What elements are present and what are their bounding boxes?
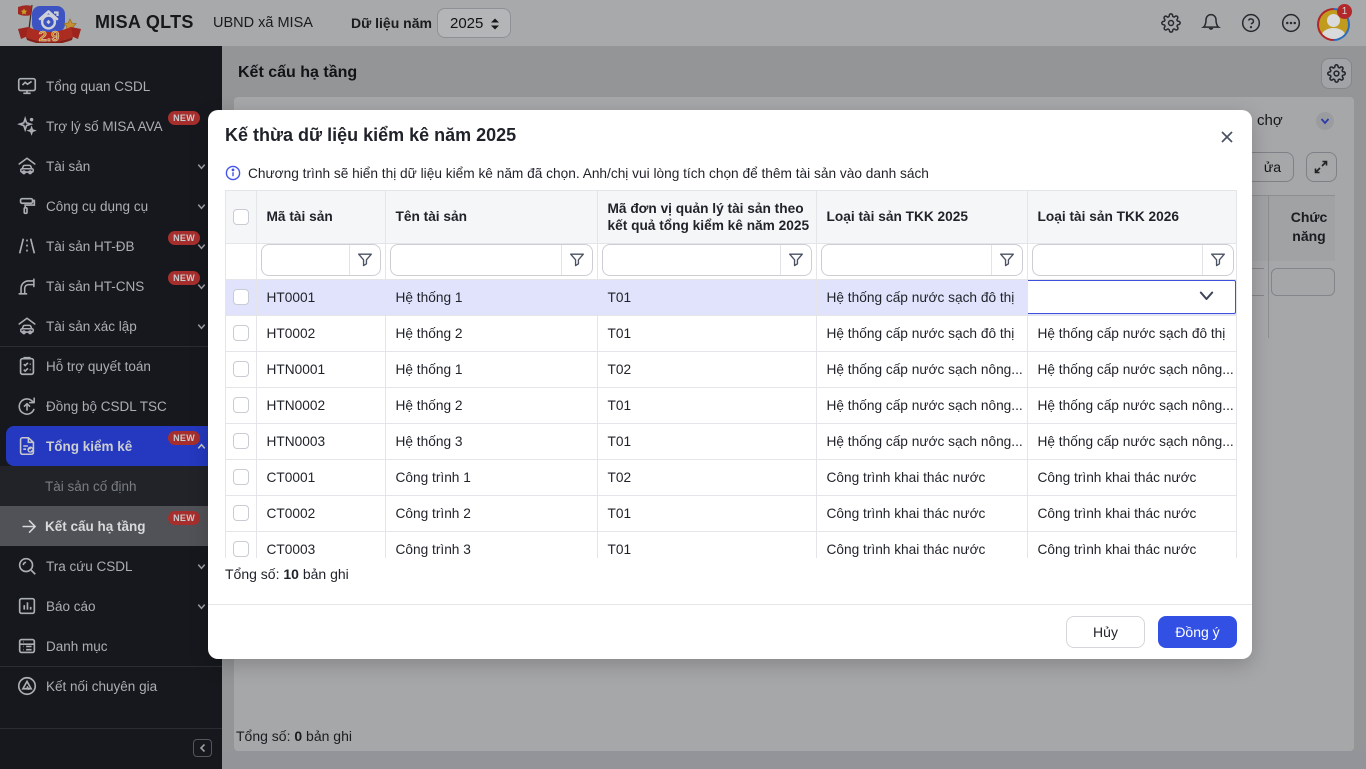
- svg-text:2.9: 2.9: [39, 28, 60, 43]
